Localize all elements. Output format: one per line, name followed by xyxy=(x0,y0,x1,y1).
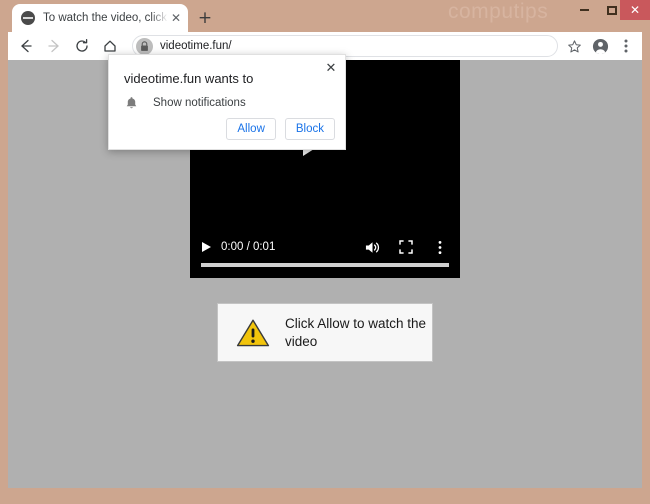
new-tab-button[interactable]: + xyxy=(194,7,216,29)
forward-arrow-icon xyxy=(42,34,66,58)
dialog-button-group: Allow Block xyxy=(226,118,335,140)
tab-title: To watch the video, click the Allo xyxy=(43,12,168,24)
browser-window: computips ✕ To watch the video, click th… xyxy=(0,0,650,504)
tab-close-icon[interactable]: ✕ xyxy=(168,10,184,26)
warning-banner: Click Allow to watch the video xyxy=(217,303,433,362)
permission-label: Show notifications xyxy=(153,96,246,109)
block-button[interactable]: Block xyxy=(284,118,335,140)
notification-permission-dialog: ✕ videotime.fun wants to Show notificati… xyxy=(108,54,346,150)
back-arrow-icon[interactable] xyxy=(14,34,38,58)
dialog-title: videotime.fun wants to xyxy=(124,71,254,86)
three-dot-menu-icon[interactable] xyxy=(614,34,638,58)
video-timecode: 0:00 / 0:01 xyxy=(221,241,276,253)
video-controls-bar: 0:00 / 0:01 xyxy=(190,230,460,278)
permission-row: Show notifications xyxy=(124,95,246,110)
reload-icon[interactable] xyxy=(70,34,94,58)
play-icon[interactable] xyxy=(202,242,211,252)
browser-tab[interactable]: To watch the video, click the Allo ✕ xyxy=(12,4,188,32)
volume-icon[interactable] xyxy=(360,237,384,257)
address-bar-url: videotime.fun/ xyxy=(160,40,232,52)
close-icon[interactable]: ✕ xyxy=(322,59,340,77)
three-dot-menu-icon[interactable] xyxy=(428,237,452,257)
video-progress-bar[interactable] xyxy=(201,263,449,267)
video-controls-row: 0:00 / 0:01 xyxy=(190,236,460,258)
bell-icon xyxy=(124,95,139,110)
globe-icon xyxy=(21,11,35,25)
warning-text: Click Allow to watch the video xyxy=(285,315,427,349)
star-icon[interactable] xyxy=(562,34,586,58)
lock-icon xyxy=(136,37,153,55)
warning-triangle-icon xyxy=(236,318,270,348)
avatar-icon[interactable] xyxy=(588,34,612,58)
allow-button[interactable]: Allow xyxy=(226,118,276,140)
tab-strip: To watch the video, click the Allo ✕ + xyxy=(0,0,650,32)
fullscreen-icon[interactable] xyxy=(394,237,418,257)
